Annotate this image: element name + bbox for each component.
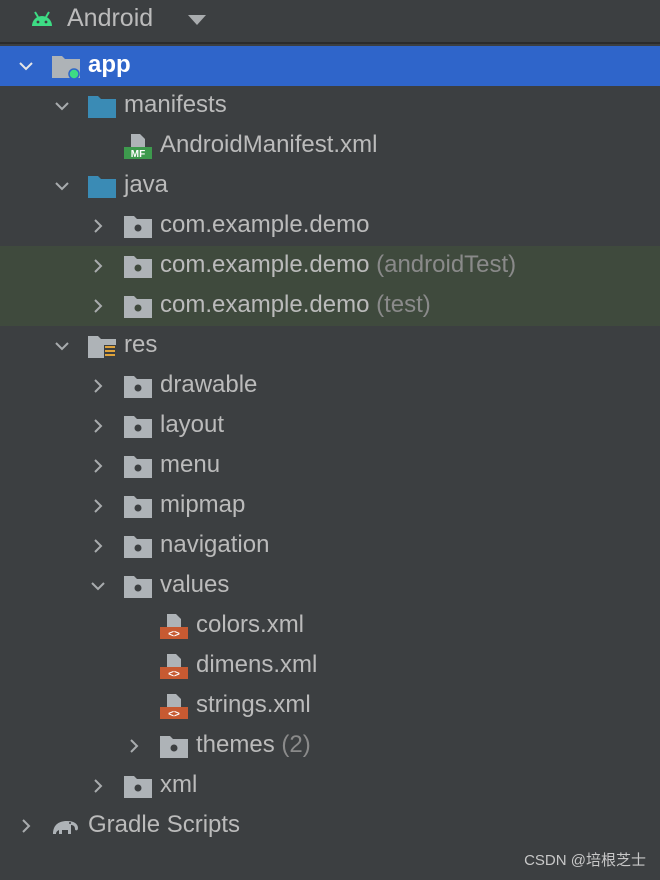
xml-file-icon: <> (160, 694, 188, 720)
android-icon (32, 11, 52, 26)
tree-item-navigation[interactable]: navigation (0, 526, 660, 566)
module-folder-icon (52, 56, 80, 80)
tree-item-label: navigation (160, 531, 270, 558)
folder-icon (88, 176, 116, 198)
tree-item-res[interactable]: res (0, 326, 660, 366)
manifest-file-icon: MF (124, 134, 152, 160)
tree-item-manifests[interactable]: manifests (0, 86, 660, 126)
tree-item-suffix: (test) (376, 291, 431, 318)
package-folder-icon (124, 776, 152, 798)
chevron-right-icon[interactable] (90, 538, 106, 554)
package-folder-icon (124, 256, 152, 278)
tree-item-label: AndroidManifest.xml (160, 131, 378, 158)
tree-item-dimens-xml[interactable]: <> dimens.xml (0, 646, 660, 686)
chevron-right-icon[interactable] (126, 738, 142, 754)
resource-folder-icon (88, 336, 116, 359)
xml-file-icon: <> (160, 614, 188, 640)
tree-item-colors-xml[interactable]: <> colors.xml (0, 606, 660, 646)
chevron-right-icon[interactable] (90, 298, 106, 314)
tree-item-androidmanifest[interactable]: MF AndroidManifest.xml (0, 126, 660, 166)
chevron-down-icon[interactable] (54, 98, 70, 114)
tree-item-label: res (124, 331, 158, 358)
package-folder-icon (124, 576, 152, 598)
chevron-right-icon[interactable] (90, 418, 106, 434)
tree-item-layout[interactable]: layout (0, 406, 660, 446)
tree-item-themes[interactable]: themes (2) (0, 726, 660, 766)
tree-item-label: mipmap (160, 491, 246, 518)
tree-item-label: dimens.xml (196, 651, 318, 678)
tree-item-label: themes (2) (196, 731, 311, 759)
chevron-right-icon[interactable] (90, 378, 106, 394)
package-folder-icon (124, 216, 152, 238)
tree-item-label: java (124, 171, 169, 198)
tree-item-menu[interactable]: menu (0, 446, 660, 486)
chevron-down-icon[interactable] (18, 58, 34, 74)
tree-item-label: com.example.demo (test) (160, 291, 431, 319)
project-view-header: Android (0, 0, 660, 44)
chevron-right-icon[interactable] (90, 458, 106, 474)
tree-item-label: com.example.demo (160, 211, 370, 238)
package-folder-icon (160, 736, 188, 758)
file-badge: MF (131, 149, 145, 160)
tree-item-package-androidtest[interactable]: com.example.demo (androidTest) (0, 246, 660, 286)
package-folder-icon (124, 536, 152, 558)
watermark: CSDN @培根芝士 (524, 852, 646, 869)
chevron-right-icon[interactable] (90, 498, 106, 514)
tree-item-drawable[interactable]: drawable (0, 366, 660, 406)
package-folder-icon (124, 456, 152, 478)
tree-item-label: app (88, 51, 131, 78)
tree-item-label: colors.xml (196, 611, 305, 638)
tree-item-strings-xml[interactable]: <> strings.xml (0, 686, 660, 726)
tree-item-package-test[interactable]: com.example.demo (test) (0, 286, 660, 326)
tree-item-xml[interactable]: xml (0, 766, 660, 806)
tree-item-label: Gradle Scripts (88, 811, 241, 838)
package-folder-icon (124, 496, 152, 518)
tree-item-suffix: (2) (281, 731, 311, 758)
tree-item-label: strings.xml (196, 691, 311, 718)
tree-item-label: com.example.demo (androidTest) (160, 251, 516, 279)
gradle-elephant-icon (53, 821, 78, 834)
package-folder-icon (124, 376, 152, 398)
tree-item-label: drawable (160, 371, 258, 398)
file-badge: <> (168, 709, 180, 720)
chevron-down-icon[interactable] (54, 338, 70, 354)
package-folder-icon (124, 416, 152, 438)
project-view-selector[interactable]: Android (67, 4, 153, 33)
chevron-right-icon[interactable] (90, 778, 106, 794)
xml-file-icon: <> (160, 654, 188, 680)
tree-item-name: com.example.demo (160, 251, 370, 278)
dropdown-caret-icon[interactable] (188, 15, 206, 25)
tree-item-package-main[interactable]: com.example.demo (0, 206, 660, 246)
file-badge: <> (168, 669, 180, 680)
tree-item-java[interactable]: java (0, 166, 660, 206)
package-folder-icon (124, 296, 152, 318)
tree-item-name: com.example.demo (160, 291, 370, 318)
chevron-right-icon[interactable] (90, 218, 106, 234)
folder-icon (88, 96, 116, 118)
chevron-right-icon[interactable] (18, 818, 34, 834)
chevron-right-icon[interactable] (90, 258, 106, 274)
tree-item-name: themes (196, 731, 275, 758)
tree-item-label: values (160, 571, 230, 598)
file-badge: <> (168, 629, 180, 640)
tree-item-label: manifests (124, 91, 227, 118)
tree-item-values[interactable]: values (0, 566, 660, 606)
tree-item-label: layout (160, 411, 225, 438)
tree-item-label: menu (160, 451, 221, 478)
tree-item-gradle-scripts[interactable]: Gradle Scripts (0, 806, 660, 846)
tree-item-suffix: (androidTest) (376, 251, 517, 278)
chevron-down-icon[interactable] (54, 178, 70, 194)
tree-item-label: xml (160, 771, 198, 798)
tree-item-app[interactable]: app (0, 46, 660, 86)
tree-item-mipmap[interactable]: mipmap (0, 486, 660, 526)
chevron-down-icon[interactable] (90, 578, 106, 594)
